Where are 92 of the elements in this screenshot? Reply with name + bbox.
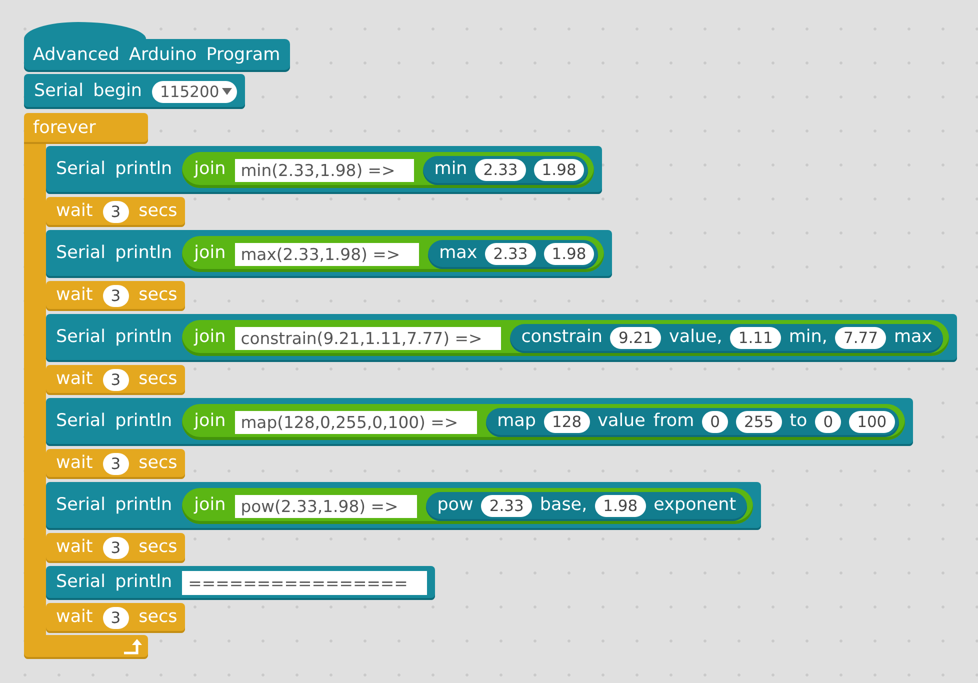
join-block[interactable]: join max(2.33,1.98) => max 2.33 1.98 <box>182 236 604 272</box>
block-label: wait <box>56 371 93 389</box>
block-label: from <box>653 413 694 431</box>
number-input[interactable]: 2.33 <box>485 243 536 265</box>
number-input[interactable]: 128 <box>544 411 590 433</box>
block-label: secs <box>138 609 178 627</box>
block-label: join <box>194 497 226 515</box>
number-input[interactable]: 1.98 <box>595 495 646 517</box>
block-label: Serial println <box>56 497 172 515</box>
number-input[interactable]: 3 <box>102 201 129 223</box>
block-label: Serial println <box>56 161 172 179</box>
block-label: wait <box>56 203 93 221</box>
reporter-block[interactable]: constrain 9.21 value, 1.11 min, 7.77 max <box>510 324 944 352</box>
block-label: Serial println <box>56 329 172 347</box>
number-input[interactable]: 9.21 <box>610 327 661 349</box>
block-label: secs <box>138 539 178 557</box>
text-input[interactable]: constrain(9.21,1.11,7.77) => <box>234 326 502 350</box>
block-label: min, <box>788 329 828 347</box>
number-input[interactable]: 100 <box>849 411 895 433</box>
block-label: min <box>434 161 468 179</box>
println-block[interactable]: Serial println join min(2.33,1.98) => min 2.33 1.98 <box>46 146 602 194</box>
block-label: forever <box>33 120 96 138</box>
block-label: wait <box>56 455 93 473</box>
number-input[interactable]: 1.98 <box>534 159 584 181</box>
block-label: value, <box>668 329 722 347</box>
join-block[interactable]: join constrain(9.21,1.11,7.77) => constrain 9.21 value, 1.11 min, 7.77 max <box>182 320 950 356</box>
block-label: secs <box>138 455 178 473</box>
wait-block[interactable]: wait 3 secs <box>46 449 186 479</box>
number-input[interactable]: 2.33 <box>481 495 532 517</box>
block-label: value <box>598 413 646 431</box>
block-label: join <box>194 413 226 431</box>
number-input[interactable]: 1.98 <box>544 243 594 265</box>
println-block[interactable]: Serial println join map(128,0,255,0,100) => map 128 value from 0 255 to 0 100 <box>46 398 913 446</box>
number-input[interactable]: 3 <box>102 607 129 629</box>
block-label: wait <box>56 609 93 627</box>
text-input[interactable]: map(128,0,255,0,100) => <box>234 410 478 434</box>
join-block[interactable]: join pow(2.33,1.98) => pow 2.33 base, 1.98 exponent <box>182 488 754 524</box>
block-label: max <box>894 329 932 347</box>
println-block[interactable]: Serial println ================ <box>46 566 435 600</box>
println-block[interactable]: Serial println join pow(2.33,1.98) => pow 2.33 base, 1.98 exponent <box>46 482 762 530</box>
block-label: secs <box>138 287 178 305</box>
caret-icon <box>222 88 232 95</box>
join-block[interactable]: join map(128,0,255,0,100) => map 128 value from 0 255 to 0 100 <box>182 404 905 440</box>
wait-block[interactable]: wait 3 secs <box>46 365 186 395</box>
block-label: secs <box>138 203 178 221</box>
block-label: join <box>194 161 226 179</box>
number-input[interactable]: 1.11 <box>730 327 781 349</box>
number-input[interactable]: 255 <box>736 411 782 433</box>
block-label: pow <box>437 497 474 515</box>
block-label: wait <box>56 539 93 557</box>
block-label: wait <box>56 287 93 305</box>
block-label: Serial begin <box>34 82 142 100</box>
block-label: Serial println <box>56 574 172 592</box>
block-label: Serial println <box>56 413 172 431</box>
reporter-block[interactable]: max 2.33 1.98 <box>428 240 598 268</box>
reporter-block[interactable]: map 128 value from 0 255 to 0 100 <box>486 408 899 436</box>
baud-rate-dropdown[interactable]: 115200 <box>152 80 238 102</box>
number-input[interactable]: 0 <box>702 411 728 433</box>
wait-block[interactable]: wait 3 secs <box>46 197 186 227</box>
block-label: base, <box>540 497 588 515</box>
serial-begin-block[interactable]: Serial begin 115200 <box>24 74 246 109</box>
text-input[interactable]: max(2.33,1.98) => <box>234 242 420 266</box>
number-input[interactable]: 7.77 <box>835 327 886 349</box>
block-label: max <box>439 245 478 263</box>
block-label: Advanced Arduino Program <box>33 46 280 64</box>
block-label: join <box>194 245 226 263</box>
block-label: join <box>194 329 226 347</box>
join-block[interactable]: join min(2.33,1.98) => min 2.33 1.98 <box>182 152 594 188</box>
println-block[interactable]: Serial println join max(2.33,1.98) => max 2.33 1.98 <box>46 230 612 278</box>
text-input[interactable]: ================ <box>182 571 427 595</box>
block-label: exponent <box>654 497 736 515</box>
number-input[interactable]: 0 <box>815 411 842 433</box>
number-input[interactable]: 3 <box>102 369 129 391</box>
wait-block[interactable]: wait 3 secs <box>46 281 186 311</box>
number-input[interactable]: 3 <box>102 537 129 559</box>
return-arrow-icon <box>123 639 143 655</box>
wait-block[interactable]: wait 3 secs <box>46 603 186 633</box>
number-input[interactable]: 3 <box>102 453 129 475</box>
block-label: to <box>790 413 808 431</box>
println-block[interactable]: Serial println join constrain(9.21,1.11,7.77) => constrain 9.21 value, 1.11 min, 7.77 max <box>46 314 958 362</box>
reporter-block[interactable]: min 2.33 1.98 <box>423 156 588 184</box>
wait-block[interactable]: wait 3 secs <box>46 533 186 563</box>
text-input[interactable]: pow(2.33,1.98) => <box>234 494 418 518</box>
block-label: constrain <box>521 329 602 347</box>
block-label: map <box>497 413 536 431</box>
block-label: secs <box>138 371 178 389</box>
reporter-block[interactable]: pow 2.33 base, 1.98 exponent <box>426 492 748 520</box>
text-input[interactable]: min(2.33,1.98) => <box>234 158 414 182</box>
number-input[interactable]: 2.33 <box>475 159 526 181</box>
block-label: Serial println <box>56 245 172 263</box>
forever-block[interactable] <box>24 113 958 659</box>
number-input[interactable]: 3 <box>102 285 129 307</box>
